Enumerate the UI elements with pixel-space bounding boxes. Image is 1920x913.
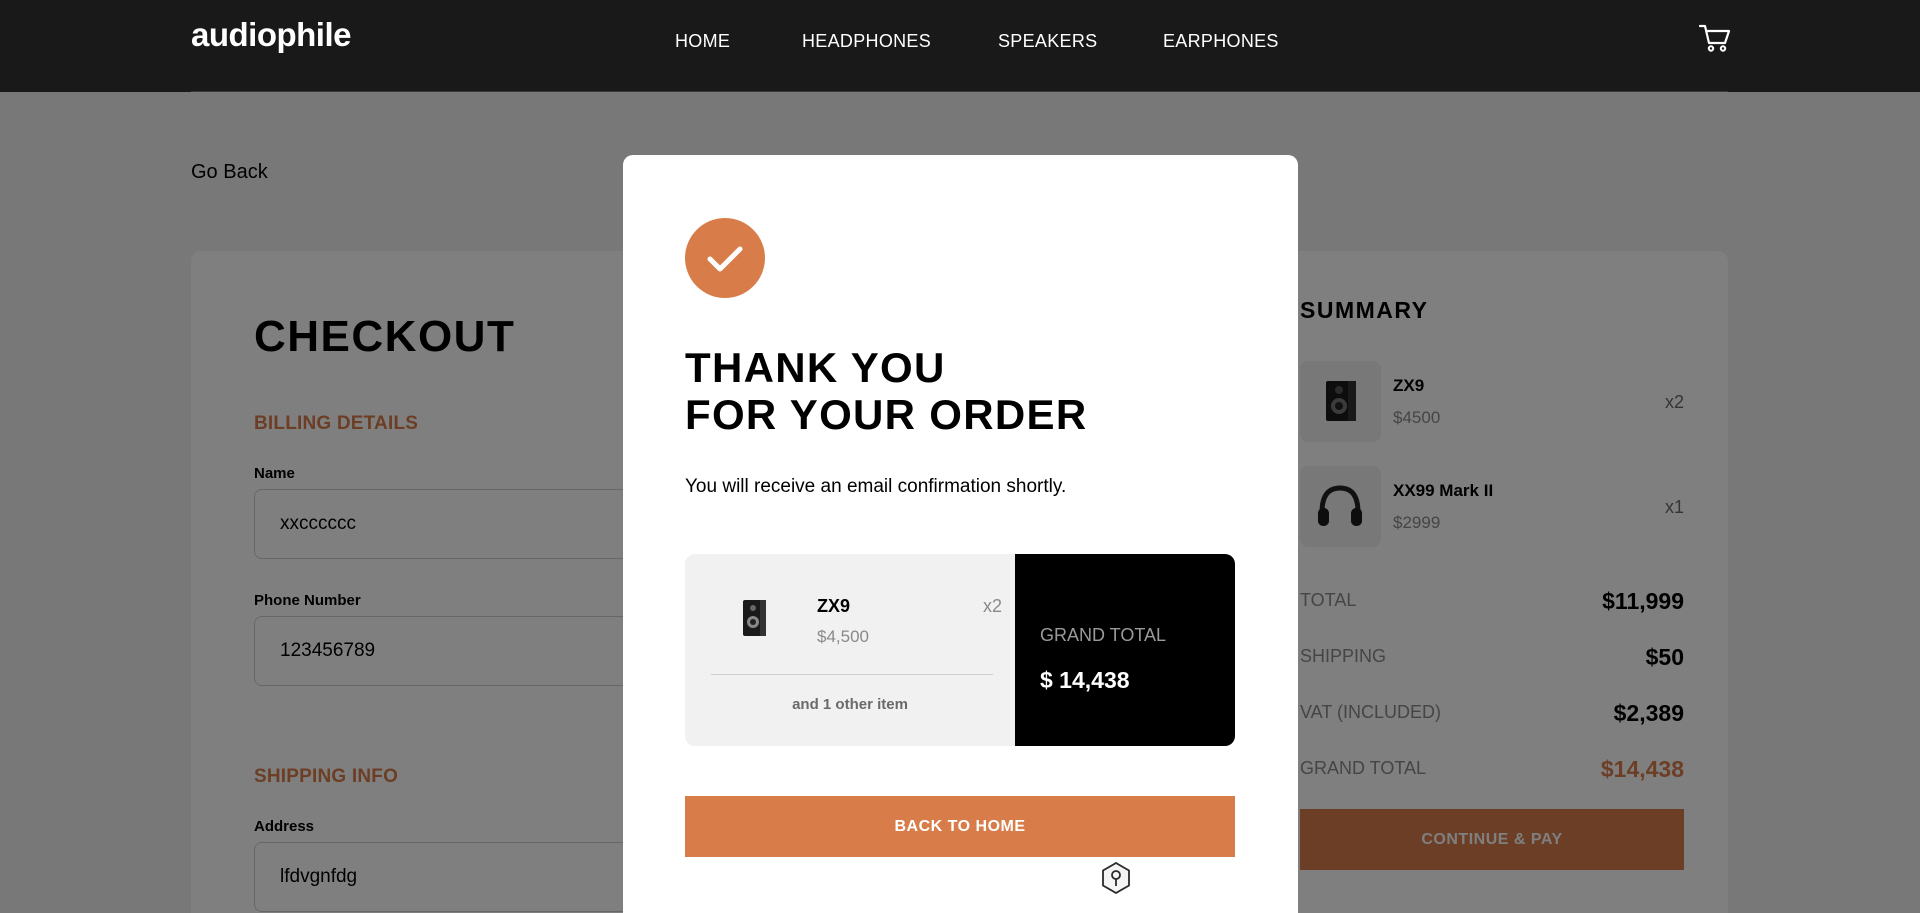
nav-home[interactable]: HOME (675, 31, 730, 52)
nav-speakers[interactable]: SPEAKERS (998, 31, 1097, 52)
order-item-price: $4,500 (817, 627, 869, 646)
site-header: audiophile HOME HEADPHONES SPEAKERS EARP… (0, 0, 1920, 92)
nav-earphones[interactable]: EARPHONES (1163, 31, 1279, 52)
modal-title-line1: THANK YOU (685, 344, 946, 391)
logo[interactable]: audiophile (191, 16, 352, 54)
keyhole-badge-icon[interactable] (1101, 862, 1131, 894)
speaker-icon (743, 600, 766, 636)
modal-title: THANK YOU FOR YOUR ORDER (685, 344, 1087, 438)
modal-title-line2: FOR YOUR ORDER (685, 391, 1088, 438)
nav-headphones[interactable]: HEADPHONES (802, 31, 931, 52)
modal-subtitle: You will receive an email confirmation s… (685, 476, 1067, 497)
check-icon (685, 218, 765, 298)
cart-icon[interactable] (1699, 24, 1731, 52)
grand-total-value: $ 14,438 (1040, 667, 1130, 693)
grand-total-panel: GRAND TOTAL $ 14,438 (1015, 554, 1235, 746)
order-divider (711, 674, 993, 675)
other-items-toggle[interactable]: and 1 other item (685, 696, 1015, 713)
order-items-panel: ZX9 $4,500 x2 and 1 other item (685, 554, 1015, 746)
order-item-qty: x2 (982, 596, 1002, 616)
order-item-name: ZX9 (817, 596, 851, 616)
order-summary-box: ZX9 $4,500 x2 and 1 other item GRAND TOT… (685, 554, 1235, 746)
grand-total-label: GRAND TOTAL (1040, 625, 1167, 645)
back-to-home-button[interactable]: BACK TO HOME (685, 796, 1235, 857)
